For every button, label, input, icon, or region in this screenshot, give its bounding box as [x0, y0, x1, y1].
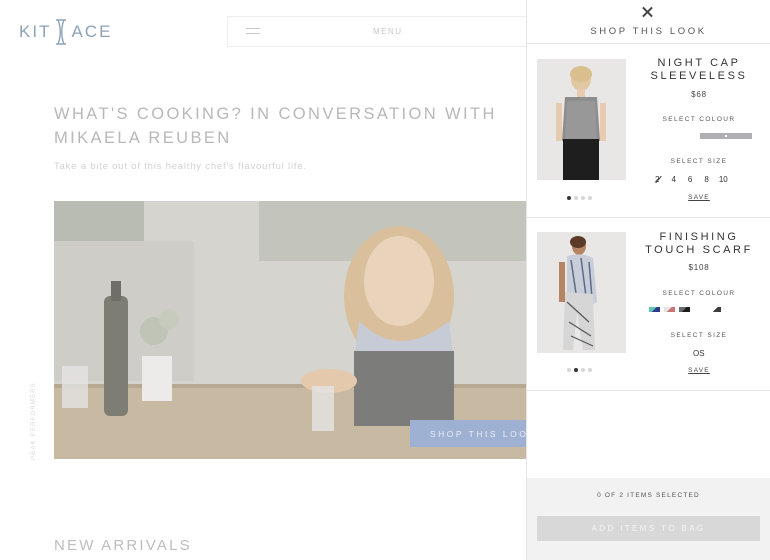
carousel-dot[interactable]	[588, 368, 592, 372]
colour-swatch[interactable]	[679, 307, 690, 312]
product-card: FINISHING TOUCH SCARF $108 SELECT COLOUR…	[527, 218, 770, 390]
carousel-dot[interactable]	[574, 368, 578, 372]
size-option[interactable]: 2	[655, 175, 659, 184]
product-name-line2: TOUCH SCARF	[645, 244, 753, 256]
carousel-dot[interactable]	[574, 196, 578, 200]
hamburger-icon[interactable]	[246, 28, 260, 36]
site-logo[interactable]: KIT ACE	[19, 19, 112, 45]
shop-this-look-button[interactable]: SHOP THIS LOOK	[410, 420, 527, 447]
product-price: $68	[691, 90, 707, 99]
hero-image: SHOP THIS LOOK	[54, 201, 527, 459]
select-size-label: SELECT SIZE	[670, 158, 728, 165]
panel-title: SHOP THIS LOOK	[590, 26, 707, 37]
divider	[527, 390, 770, 391]
product-image[interactable]	[537, 232, 626, 353]
carousel-dot[interactable]	[567, 196, 571, 200]
product-name[interactable]: FINISHING TOUCH SCARF	[639, 231, 759, 257]
product-name-line1: FINISHING	[659, 231, 739, 243]
colour-swatch[interactable]	[700, 133, 752, 139]
logo-mark-icon	[55, 19, 67, 45]
size-options: 2 4 6 8 10	[655, 175, 728, 184]
add-to-bag-button[interactable]: ADD ITEMS TO BAG	[537, 516, 760, 541]
article-title-line1: WHAT'S COOKING? IN CONVERSATION WITH	[54, 105, 497, 123]
select-colour-label: SELECT COLOUR	[662, 116, 736, 123]
product-name[interactable]: NIGHT CAP SLEEVELESS	[639, 57, 759, 83]
colour-swatch[interactable]	[649, 307, 660, 312]
colour-swatch[interactable]	[664, 307, 675, 312]
close-icon[interactable]	[641, 5, 655, 19]
product-photo-scarf	[537, 232, 626, 353]
menu-bar[interactable]: MENU	[227, 16, 527, 47]
product-price: $108	[688, 263, 710, 272]
colour-swatches	[649, 307, 721, 312]
logo-text-right: ACE	[71, 22, 113, 41]
size-option[interactable]: 10	[719, 175, 728, 184]
logo-text-left: KIT	[19, 22, 52, 41]
panel-footer: 0 OF 2 ITEMS SELECTED ADD ITEMS TO BAG	[527, 478, 770, 560]
save-link[interactable]: SAVE	[639, 367, 759, 374]
save-link[interactable]: SAVE	[639, 194, 759, 201]
size-option[interactable]: 8	[704, 175, 708, 184]
new-arrivals-heading: NEW ARRIVALS	[54, 537, 192, 554]
product-name-line2: SLEEVELESS	[650, 70, 748, 82]
size-option[interactable]: 4	[671, 175, 675, 184]
article-subtitle: Take a bite out of this healthy chef's f…	[54, 161, 307, 172]
image-carousel-dots[interactable]	[567, 368, 592, 372]
page: KIT ACE MENU WHAT'S COOKING? IN CONVERSA…	[0, 0, 770, 560]
size-options: OS	[693, 349, 705, 358]
carousel-dot[interactable]	[567, 368, 571, 372]
size-option[interactable]: OS	[693, 349, 705, 358]
carousel-dot[interactable]	[581, 196, 585, 200]
carousel-dot[interactable]	[588, 196, 592, 200]
selected-marker-icon	[725, 135, 727, 137]
select-size-label: SELECT SIZE	[670, 332, 728, 339]
menu-label[interactable]: MENU	[373, 27, 403, 36]
image-carousel-dots[interactable]	[567, 196, 592, 200]
article-title-line2: MIKAELA REUBEN	[54, 129, 232, 147]
select-colour-label: SELECT COLOUR	[662, 290, 736, 297]
carousel-dot[interactable]	[581, 368, 585, 372]
product-name-line1: NIGHT CAP	[657, 57, 741, 69]
product-image[interactable]	[537, 59, 626, 180]
size-option[interactable]: 6	[688, 175, 692, 184]
category-side-label: PEAK PERFORMERS	[31, 381, 37, 460]
article-title: WHAT'S COOKING? IN CONVERSATION WITH MIK…	[54, 102, 524, 150]
product-card: NIGHT CAP SLEEVELESS $68 SELECT COLOUR S…	[527, 44, 770, 216]
colour-swatch[interactable]	[710, 307, 721, 312]
shop-look-panel: SHOP THIS LOOK NIGHT CAP SLEEVELESS $68 …	[526, 0, 770, 560]
items-selected-count: 0 OF 2 ITEMS SELECTED	[597, 492, 700, 499]
product-photo-top	[537, 59, 626, 180]
